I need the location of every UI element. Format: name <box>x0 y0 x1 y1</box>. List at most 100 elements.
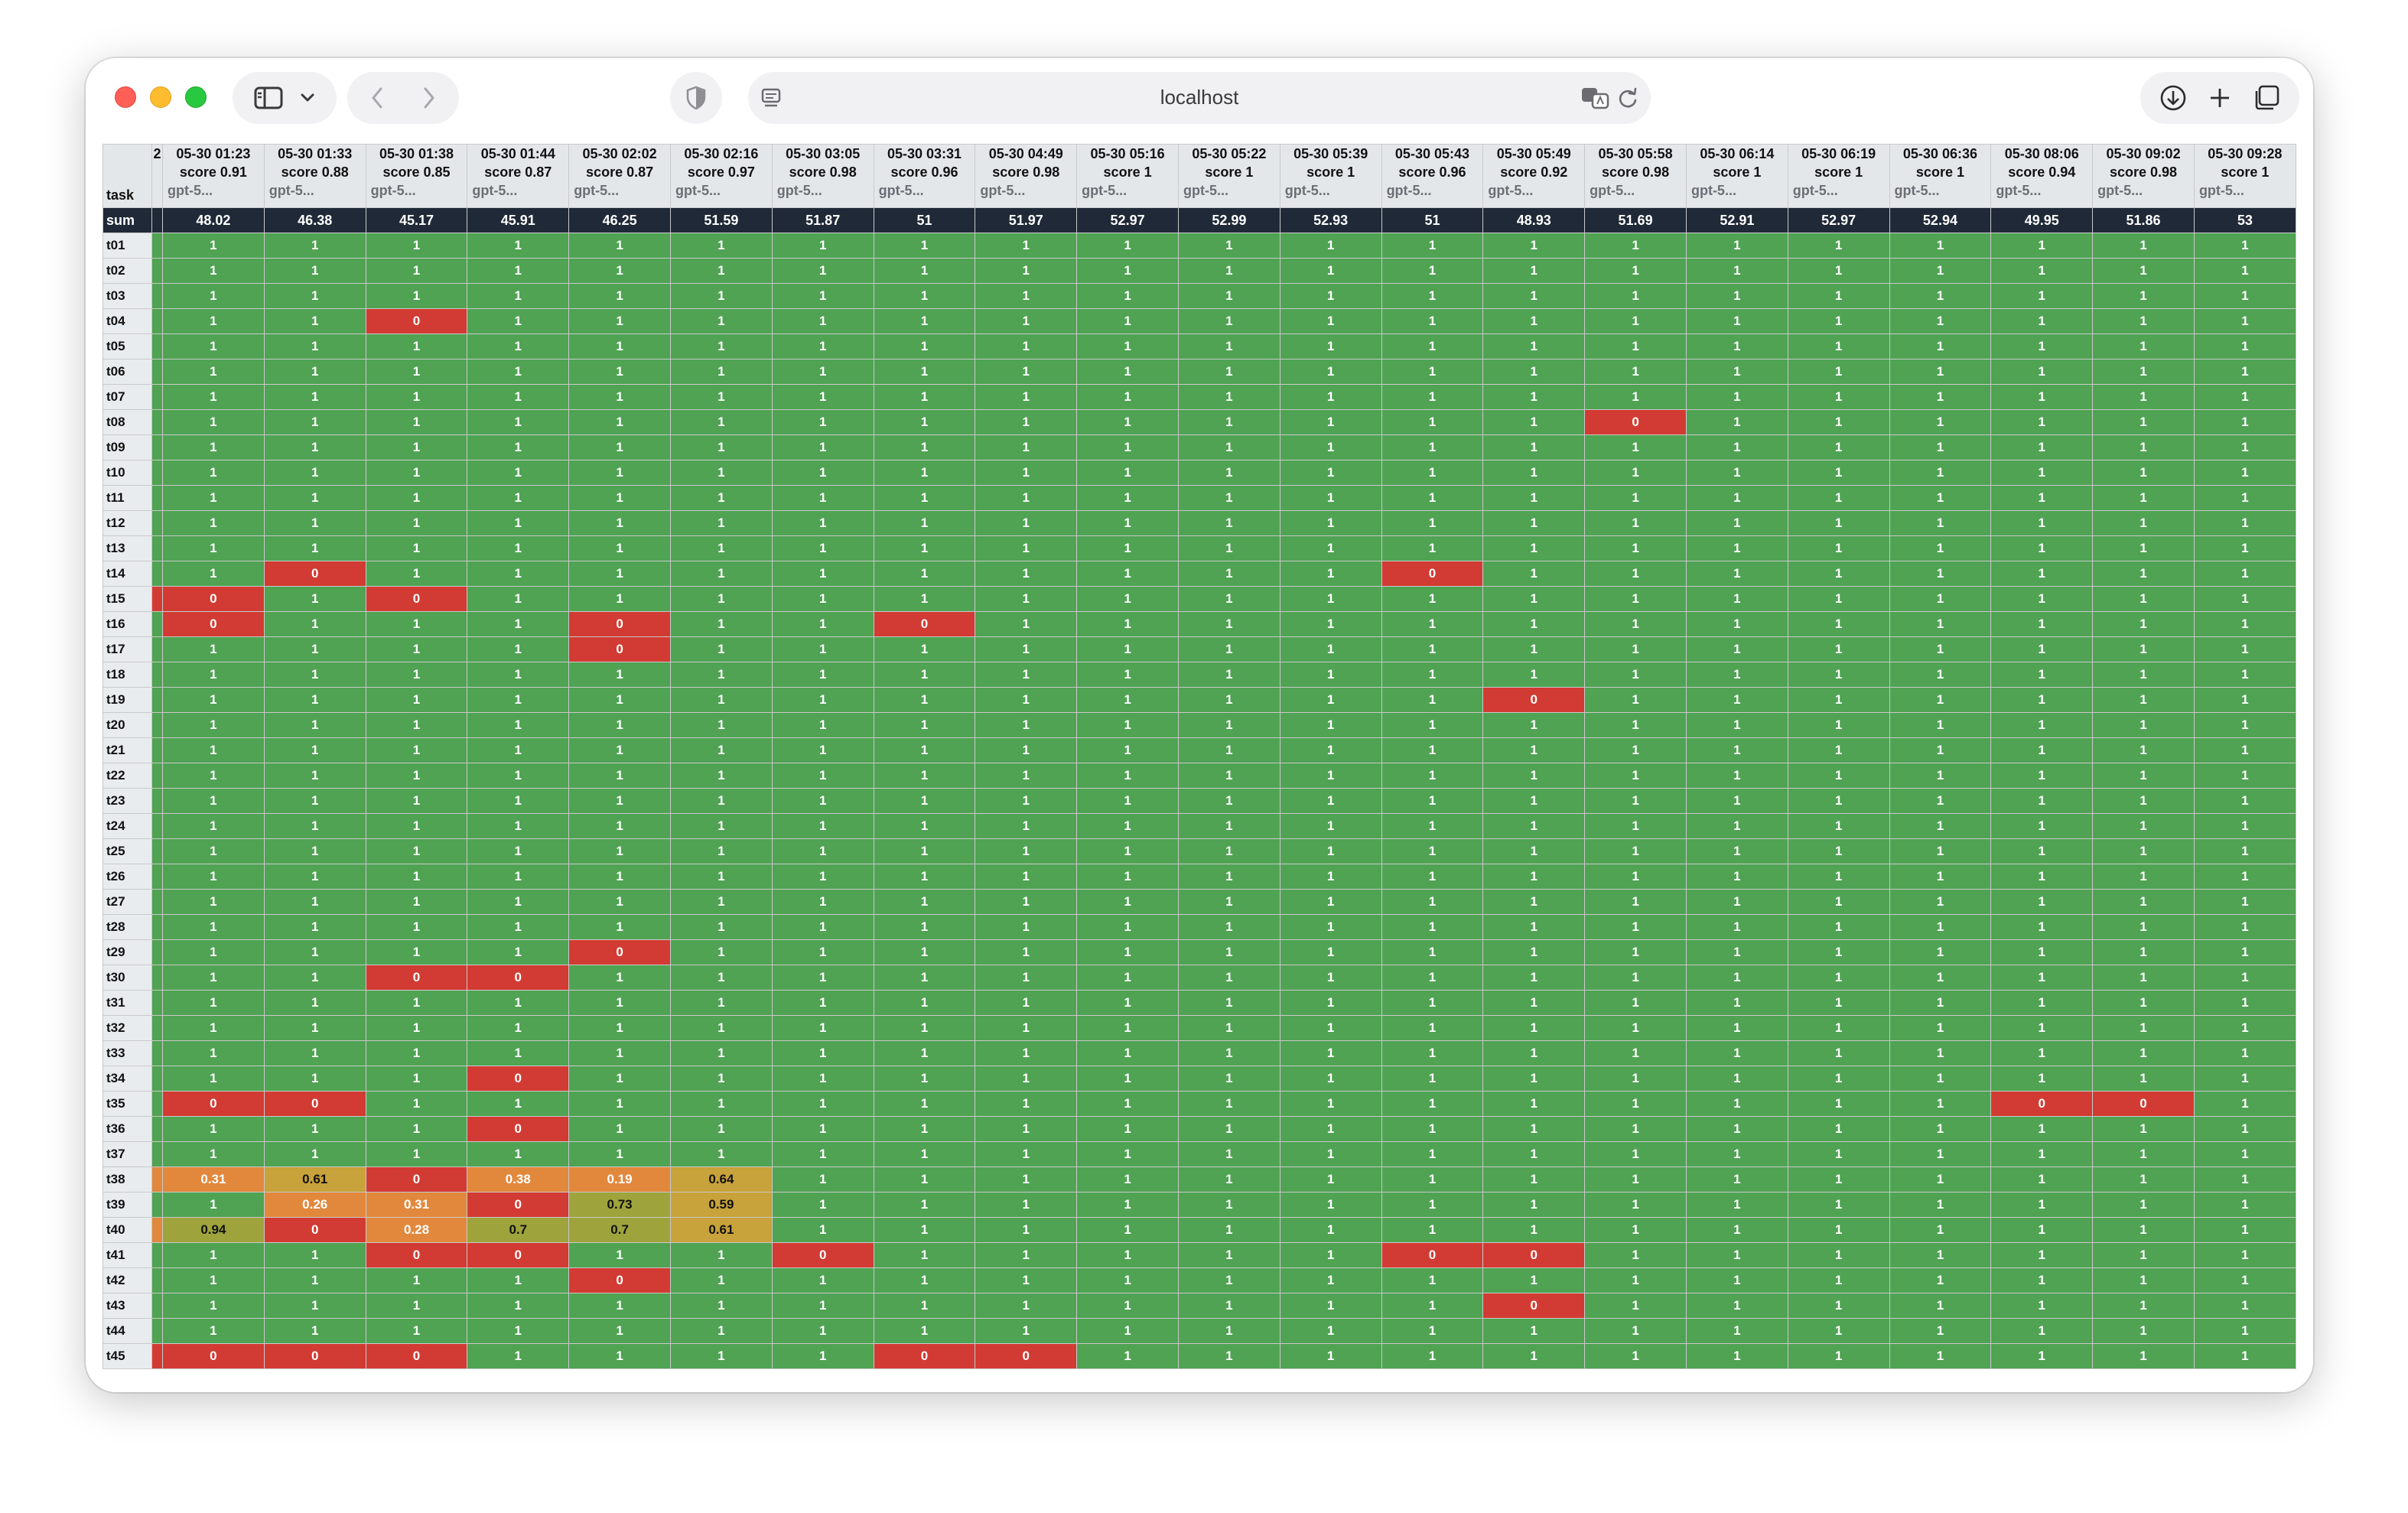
score-cell[interactable]: 0 <box>162 611 265 637</box>
score-cell[interactable]: 1 <box>1685 1066 1788 1092</box>
score-cell[interactable]: 1 <box>1990 965 2094 991</box>
score-cell[interactable]: 1 <box>365 1267 468 1293</box>
score-cell[interactable]: 1 <box>975 965 1078 991</box>
score-cell[interactable]: 1 <box>1482 1015 1586 1041</box>
score-cell[interactable]: 1 <box>263 636 366 662</box>
score-cell[interactable]: 1 <box>162 763 265 789</box>
score-cell[interactable]: 1 <box>2193 586 2296 612</box>
score-cell[interactable]: 1 <box>669 434 773 460</box>
score-cell[interactable]: 1 <box>975 788 1078 814</box>
score-cell[interactable]: 1 <box>162 914 265 940</box>
score-cell[interactable]: 1 <box>1584 737 1687 763</box>
run-column-header[interactable]: 05-30 05:49 score 0.92 gpt-5... <box>1482 144 1586 208</box>
score-cell[interactable]: 1 <box>1787 1343 1890 1369</box>
score-cell[interactable]: 1 <box>467 434 570 460</box>
score-cell[interactable]: 1 <box>1177 258 1280 284</box>
score-cell[interactable]: 1 <box>2092 737 2195 763</box>
score-cell[interactable]: 1 <box>669 636 773 662</box>
score-cell[interactable]: 1 <box>365 485 468 511</box>
score-cell[interactable]: 1 <box>873 965 976 991</box>
score-cell[interactable]: 1 <box>1381 965 1484 991</box>
score-cell[interactable]: 1 <box>263 384 366 410</box>
score-cell[interactable]: 1 <box>1889 409 1992 435</box>
score-cell[interactable]: 1 <box>1787 258 1890 284</box>
score-cell[interactable]: 1 <box>1584 990 1687 1016</box>
score-cell[interactable]: 1 <box>1076 965 1179 991</box>
score-cell[interactable]: 1 <box>1279 308 1382 334</box>
score-cell[interactable]: 1 <box>771 763 874 789</box>
score-cell[interactable]: 1 <box>1381 1091 1484 1117</box>
reload-icon[interactable] <box>1617 86 1638 113</box>
score-cell[interactable]: 1 <box>2092 233 2195 259</box>
score-cell[interactable]: 1 <box>1889 1116 1992 1142</box>
score-cell[interactable]: 1 <box>1889 990 1992 1016</box>
score-cell[interactable]: 1 <box>568 308 671 334</box>
score-cell[interactable]: 1 <box>365 535 468 561</box>
score-cell[interactable]: 1 <box>1889 889 1992 915</box>
score-cell[interactable]: 1 <box>263 258 366 284</box>
score-cell[interactable]: 1 <box>1685 1267 1788 1293</box>
score-cell[interactable]: 1 <box>2092 359 2195 385</box>
score-cell[interactable]: 1 <box>1685 662 1788 688</box>
score-cell[interactable]: 1 <box>365 561 468 587</box>
score-cell[interactable]: 1 <box>1482 460 1586 486</box>
score-cell[interactable]: 1 <box>1381 1116 1484 1142</box>
run-column-header[interactable]: 05-30 05:16 score 1 gpt-5... <box>1076 144 1179 208</box>
score-cell[interactable]: 1 <box>873 535 976 561</box>
score-cell[interactable]: 1 <box>873 1166 976 1193</box>
score-cell[interactable]: 1 <box>975 1293 1078 1319</box>
score-cell[interactable]: 1 <box>2092 889 2195 915</box>
score-cell[interactable]: 1 <box>263 359 366 385</box>
score-cell[interactable]: 1 <box>467 788 570 814</box>
score-cell[interactable]: 1 <box>2193 384 2296 410</box>
score-cell[interactable]: 1 <box>2092 636 2195 662</box>
score-cell[interactable]: 1 <box>263 914 366 940</box>
score-cell[interactable]: 1 <box>162 409 265 435</box>
score-cell[interactable]: 1 <box>1584 611 1687 637</box>
score-cell[interactable]: 1 <box>2092 990 2195 1016</box>
score-cell[interactable]: 1 <box>669 1343 773 1369</box>
score-cell[interactable]: 1 <box>2092 965 2195 991</box>
score-cell[interactable]: 0.94 <box>162 1217 265 1243</box>
score-cell[interactable]: 1 <box>1279 586 1382 612</box>
score-cell[interactable]: 1 <box>1279 233 1382 259</box>
score-cell[interactable]: 1 <box>669 359 773 385</box>
score-cell[interactable]: 1 <box>1685 1343 1788 1369</box>
run-column-header[interactable]: 05-30 09:02 score 0.98 gpt-5... <box>2092 144 2195 208</box>
score-cell[interactable]: 1 <box>1076 561 1179 587</box>
score-cell[interactable]: 1 <box>365 1015 468 1041</box>
score-cell[interactable]: 1 <box>1177 687 1280 713</box>
score-cell[interactable]: 1 <box>669 687 773 713</box>
score-cell[interactable]: 1 <box>1076 813 1179 839</box>
score-cell[interactable]: 1 <box>1889 460 1992 486</box>
score-cell[interactable]: 1 <box>1177 535 1280 561</box>
score-cell[interactable]: 1 <box>1787 1091 1890 1117</box>
score-cell[interactable]: 1 <box>873 788 976 814</box>
score-cell[interactable]: 1 <box>2092 813 2195 839</box>
score-cell[interactable]: 1 <box>1076 687 1179 713</box>
score-cell[interactable]: 1 <box>1889 965 1992 991</box>
score-cell[interactable]: 1 <box>568 561 671 587</box>
score-cell[interactable]: 1 <box>467 1141 570 1167</box>
score-cell[interactable]: 1 <box>1889 712 1992 738</box>
score-cell[interactable]: 1 <box>1076 1318 1179 1344</box>
score-cell[interactable]: 1 <box>1177 1217 1280 1243</box>
run-column-header[interactable]: 05-30 05:43 score 0.96 gpt-5... <box>1381 144 1484 208</box>
score-cell[interactable]: 1 <box>1177 561 1280 587</box>
score-cell[interactable]: 1 <box>467 485 570 511</box>
score-cell[interactable]: 1 <box>2193 889 2296 915</box>
score-cell[interactable]: 1 <box>1990 737 2094 763</box>
score-cell[interactable]: 1 <box>365 283 468 309</box>
score-cell[interactable]: 1 <box>873 586 976 612</box>
score-cell[interactable]: 1 <box>1584 636 1687 662</box>
score-cell[interactable]: 1 <box>263 1116 366 1142</box>
score-cell[interactable]: 1 <box>1685 334 1788 360</box>
score-cell[interactable]: 1 <box>162 434 265 460</box>
score-cell[interactable]: 0 <box>568 611 671 637</box>
score-cell[interactable]: 1 <box>263 990 366 1016</box>
score-cell[interactable]: 1 <box>1990 460 2094 486</box>
score-cell[interactable]: 1 <box>1177 334 1280 360</box>
score-cell[interactable]: 1 <box>1177 636 1280 662</box>
score-cell[interactable]: 1 <box>1787 561 1890 587</box>
score-cell[interactable]: 1 <box>1787 485 1890 511</box>
